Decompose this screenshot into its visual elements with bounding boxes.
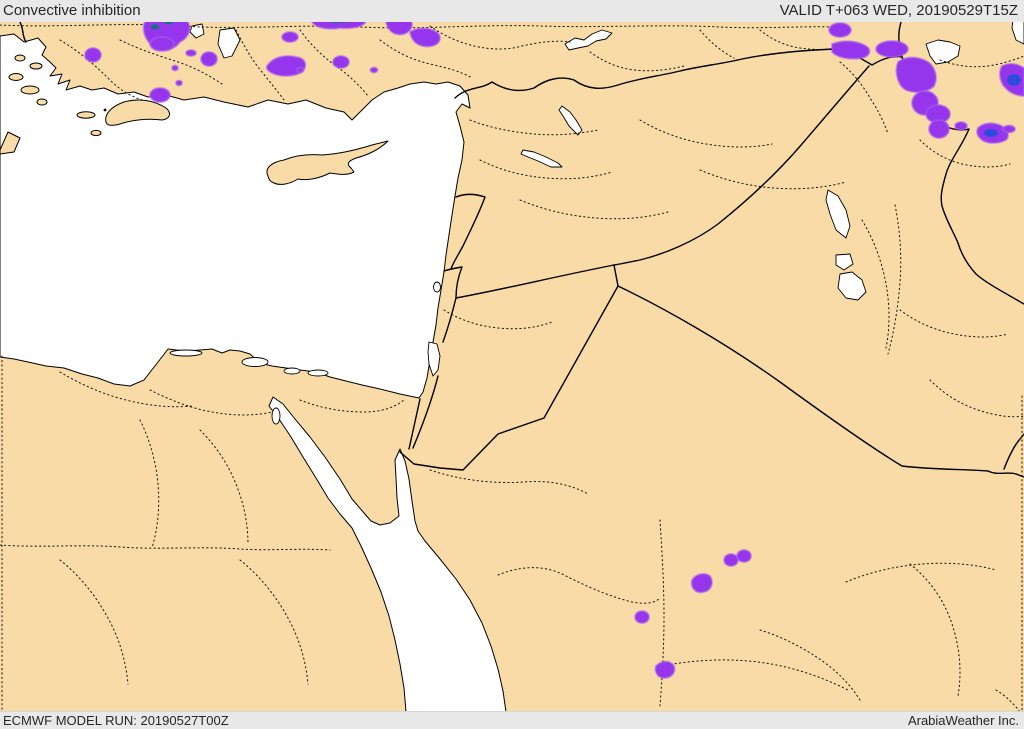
- delta-lagoon: [169, 349, 203, 357]
- delta-lagoon: [241, 357, 269, 367]
- aegean-islet: [90, 129, 102, 137]
- model-run-label: ECMWF MODEL RUN: 20190527T00Z: [3, 712, 229, 728]
- aegean-islet: [76, 111, 96, 119]
- bitter-lakes: [271, 407, 281, 425]
- aegean-islet: [36, 98, 48, 106]
- aegean-islet: [8, 73, 24, 81]
- bottom-bar: ECMWF MODEL RUN: 20190527T00Z ArabiaWeat…: [0, 711, 1024, 729]
- map-canvas: [0, 22, 1024, 712]
- top-bar: Convective inhibition VALID T+063 WED, 2…: [0, 0, 1024, 22]
- delta-lagoon: [307, 369, 329, 377]
- aegean-islet: [14, 54, 26, 62]
- valid-time-label: VALID T+063 WED, 20190529T15Z: [779, 1, 1018, 19]
- provider-label: ArabiaWeather Inc.: [907, 712, 1019, 728]
- aegean-islet: [29, 62, 43, 70]
- weather-map-window: Convective inhibition VALID T+063 WED, 2…: [0, 0, 1024, 729]
- map-title: Convective inhibition: [3, 1, 141, 19]
- delta-lagoon: [283, 367, 301, 375]
- aegean-islet: [20, 85, 40, 95]
- small-islet-dot: [103, 108, 107, 112]
- sea-of-galilee: [433, 281, 441, 293]
